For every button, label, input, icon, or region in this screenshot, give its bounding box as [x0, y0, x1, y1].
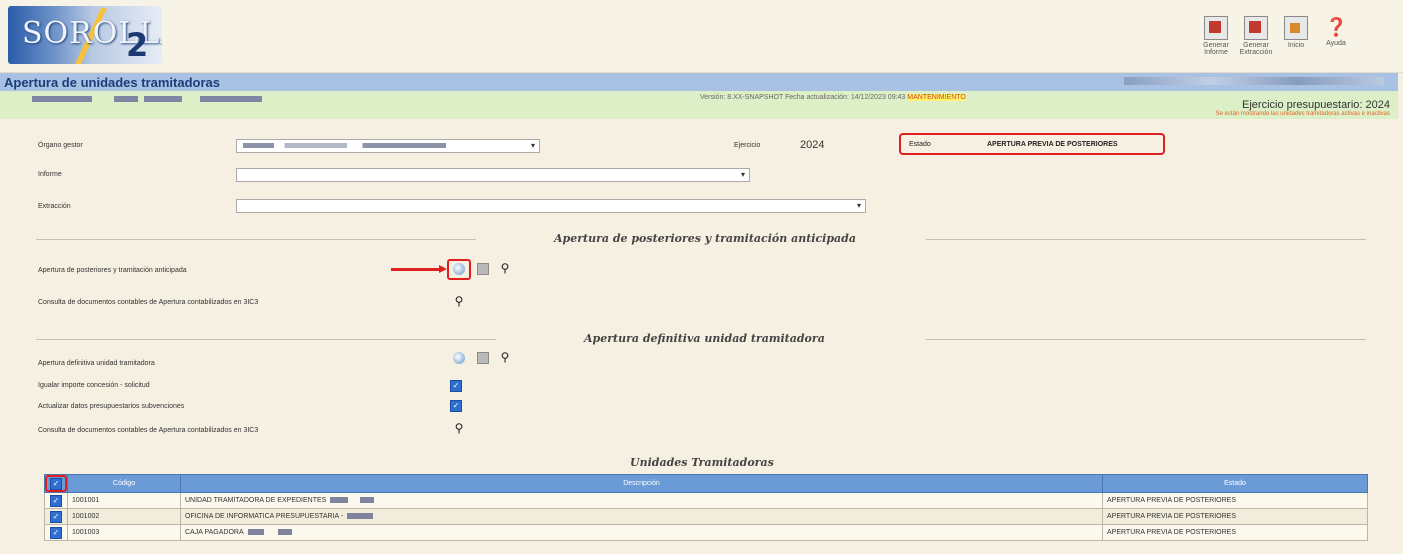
actualizar-datos-label: Actualizar datos presupuestarios subvenc… [38, 403, 185, 410]
document-icon[interactable] [477, 352, 489, 364]
table-header-row: ✓ Código Descripción Estado [44, 474, 1368, 493]
unidades-table: ✓ Código Descripción Estado ✓ 1001001 UN… [44, 474, 1368, 541]
row-checkbox[interactable]: ✓ [50, 526, 62, 539]
igualar-importe-checkbox[interactable]: ✓ [450, 380, 462, 392]
chevron-down-icon: ▾ [740, 170, 745, 179]
title-bar: Apertura de unidades tramitadoras [0, 73, 1398, 91]
informe-label: Informe [38, 171, 62, 178]
informe-select[interactable]: ▾ [236, 168, 750, 182]
apertura-posteriores-label: Apertura de posteriores y tramitación an… [38, 267, 187, 274]
page-title: Apertura de unidades tramitadoras [4, 75, 220, 90]
inicio-button[interactable]: Inicio [1279, 16, 1313, 56]
ejercicio-label: Ejercicio [734, 142, 761, 149]
apertura-definitiva-label: Apertura definitiva unidad tramitadora [38, 360, 155, 367]
codigo-header[interactable]: Código [67, 474, 181, 493]
extraccion-label: Extracción [38, 203, 71, 210]
table-row[interactable]: ✓ 1001003 CAJA PAGADORA APERTURA PREVIA … [44, 524, 1368, 541]
info-bar: Versión: 8.XX-SNAPSHOT Fecha actualizaci… [0, 91, 1398, 119]
chevron-down-icon: ▾ [530, 141, 535, 150]
pointer-arrowhead [439, 265, 447, 273]
codigo-cell: 1001002 [67, 508, 181, 525]
pointer-arrow [391, 268, 441, 271]
descripcion-header[interactable]: Descripción [180, 474, 1103, 493]
document-icon[interactable] [477, 263, 489, 275]
binoculars-icon[interactable]: ⚲ [453, 295, 465, 307]
table-row[interactable]: ✓ 1001001 UNIDAD TRAMITADORA DE EXPEDIEN… [44, 492, 1368, 509]
help-icon: ❓ [1325, 17, 1348, 37]
descripcion-cell: UNIDAD TRAMITADORA DE EXPEDIENTES [180, 492, 1103, 509]
consulta-label-1: Consulta de documentos contables de Aper… [38, 299, 259, 306]
codigo-cell: 1001003 [67, 524, 181, 541]
breadcrumb [32, 96, 262, 102]
estado-cell: APERTURA PREVIA DE POSTERIORES [1102, 524, 1368, 541]
generar-extraccion-button[interactable]: Generar Extracción [1239, 16, 1273, 56]
home-icon [1284, 16, 1308, 40]
section-title: Apertura de posteriores y tramitación an… [554, 232, 856, 245]
generar-informe-button[interactable]: Generar Informe [1199, 16, 1233, 56]
extraction-icon [1244, 16, 1268, 40]
ejercicio-presupuestario: Ejercicio presupuestario: 2024 [1242, 99, 1390, 111]
section-header: Unidades Tramitadoras [36, 456, 1366, 470]
version-info: Versión: 8.XX-SNAPSHOT Fecha actualizaci… [700, 94, 966, 101]
header-bar: SOROLLA 2 Generar Informe Generar Extrac… [0, 0, 1403, 73]
organo-select[interactable]: ▾ [236, 139, 540, 153]
report-icon [1204, 16, 1228, 40]
radio-icon[interactable] [453, 352, 465, 364]
estado-cell: APERTURA PREVIA DE POSTERIORES [1102, 492, 1368, 509]
section-header: Apertura definitiva unidad tramitadora [36, 332, 1366, 346]
warning-text: Se están mostrando las unidades tramitad… [1215, 111, 1390, 117]
estado-cell: APERTURA PREVIA DE POSTERIORES [1102, 508, 1368, 525]
toolbar: Generar Informe Generar Extracción Inici… [1199, 16, 1353, 56]
section-title: Apertura definitiva unidad tramitadora [584, 332, 825, 345]
codigo-cell: 1001001 [67, 492, 181, 509]
maintenance-badge: MANTENIMIENTO [907, 94, 966, 101]
row-checkbox[interactable]: ✓ [50, 510, 62, 523]
descripcion-cell: CAJA PAGADORA [180, 524, 1103, 541]
chevron-down-icon: ▾ [856, 201, 861, 210]
select-all-header[interactable]: ✓ [44, 474, 68, 493]
estado-box: Estado APERTURA PREVIA DE POSTERIORES [899, 133, 1165, 155]
section-header: Apertura de posteriores y tramitación an… [36, 232, 1366, 246]
estado-header[interactable]: Estado [1102, 474, 1368, 493]
ayuda-button[interactable]: ❓ Ayuda [1319, 16, 1353, 56]
igualar-importe-label: Igualar importe concesión - solicitud [38, 382, 150, 389]
table-row[interactable]: ✓ 1001002 OFICINA DE INFORMATICA PRESUPU… [44, 508, 1368, 525]
consulta-label-2: Consulta de documentos contables de Aper… [38, 427, 259, 434]
binoculars-icon[interactable]: ⚲ [453, 422, 465, 434]
estado-label: Estado [909, 141, 931, 148]
estado-value: APERTURA PREVIA DE POSTERIORES [987, 141, 1118, 148]
radio-icon[interactable] [453, 263, 465, 275]
user-info [1124, 77, 1384, 85]
organo-label: Órgano gestor [38, 142, 83, 149]
binoculars-icon[interactable]: ⚲ [499, 262, 511, 274]
actualizar-datos-checkbox[interactable]: ✓ [450, 400, 462, 412]
descripcion-cell: OFICINA DE INFORMATICA PRESUPUESTARIA - [180, 508, 1103, 525]
extraccion-select[interactable]: ▾ [236, 199, 866, 213]
row-checkbox[interactable]: ✓ [50, 494, 62, 507]
app-logo: SOROLLA 2 [8, 6, 162, 64]
binoculars-icon[interactable]: ⚲ [499, 351, 511, 363]
section-title: Unidades Tramitadoras [630, 456, 774, 469]
ejercicio-value: 2024 [800, 139, 825, 151]
